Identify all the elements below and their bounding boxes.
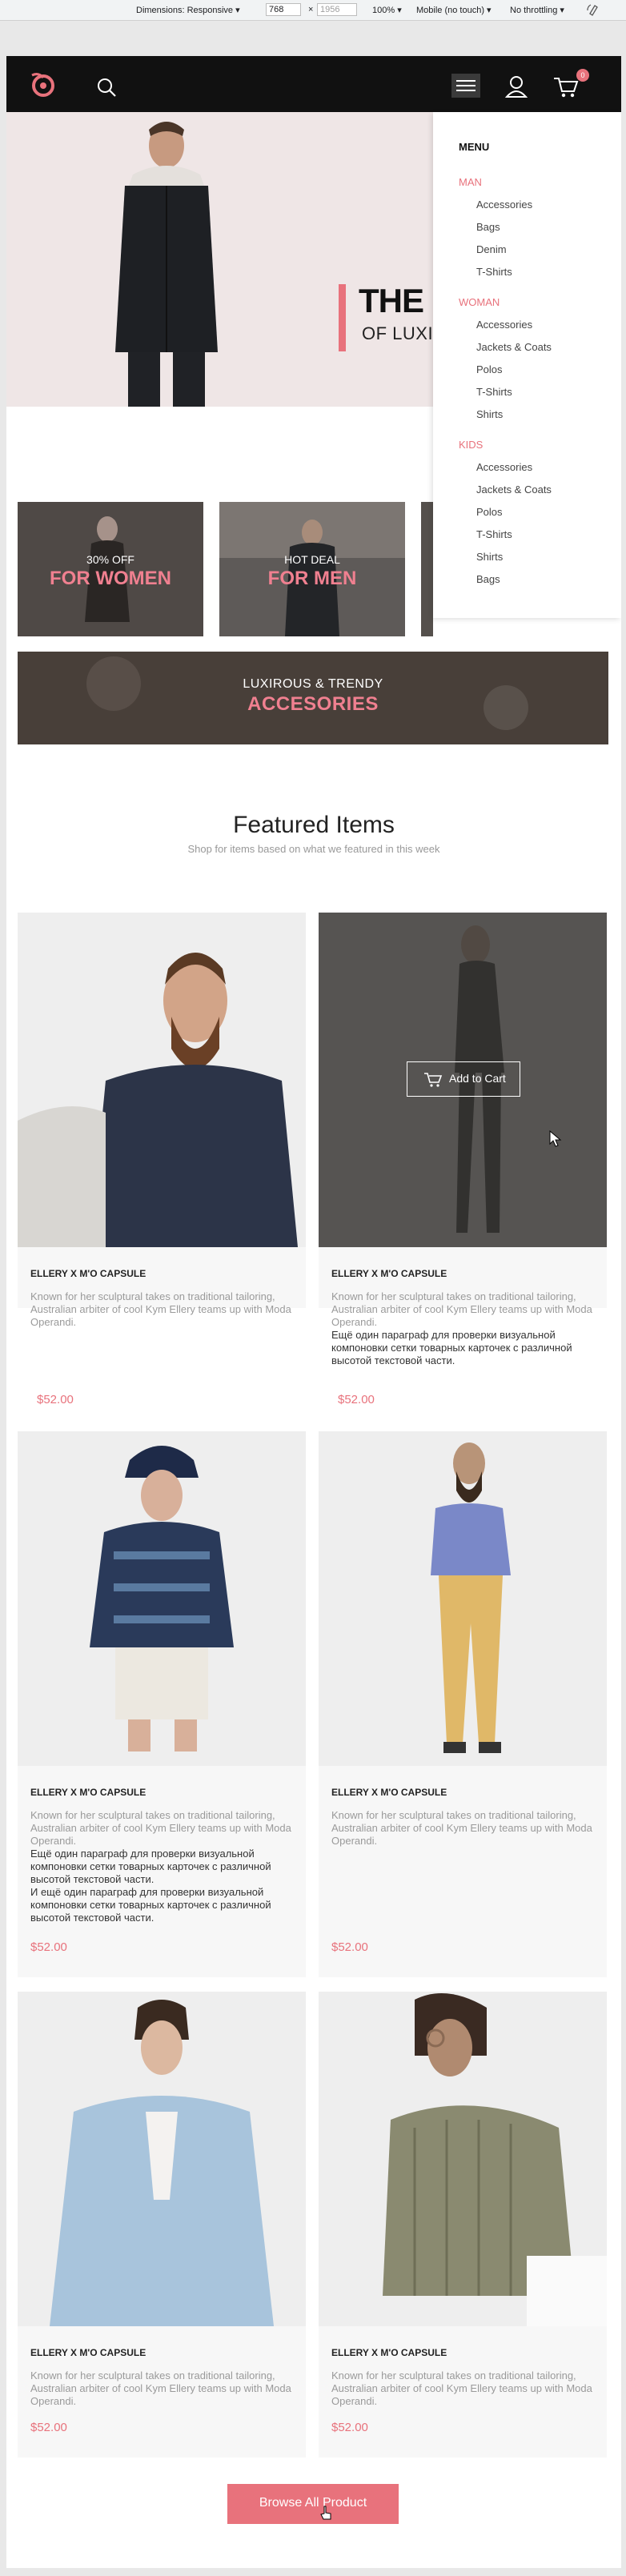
dimensions-dropdown[interactable]: Dimensions: Responsive ▾: [136, 5, 240, 15]
product-name[interactable]: ELLERY X M'O CAPSULE: [331, 1268, 447, 1279]
product-card[interactable]: ELLERY X M'O CAPSULE Known for her sculp…: [319, 1992, 607, 2458]
menu-item[interactable]: Bags: [476, 221, 500, 233]
menu-item[interactable]: Accessories: [476, 319, 532, 331]
product-description: Known for her sculptural takes on tradit…: [30, 1290, 291, 1328]
throttling-dropdown[interactable]: No throttling ▾: [510, 5, 564, 15]
banner-line2: ACCESORIES: [247, 693, 379, 715]
product-name[interactable]: ELLERY X M'O CAPSULE: [30, 1787, 146, 1798]
promo-men-line1: HOT DEAL: [284, 553, 340, 566]
product-image: [18, 1431, 306, 1766]
times-label: ×: [308, 5, 314, 14]
product-card[interactable]: ELLERY X M'O CAPSULE Known for her sculp…: [319, 1431, 607, 1977]
product-name[interactable]: ELLERY X M'O CAPSULE: [331, 1787, 447, 1798]
zoom-dropdown[interactable]: 100% ▾: [372, 5, 402, 15]
hamburger-icon: [456, 80, 476, 91]
menu-item[interactable]: Jackets & Coats: [476, 341, 552, 353]
promo-men-line2: FOR MEN: [267, 568, 357, 589]
menu-item[interactable]: T-Shirts: [476, 266, 512, 278]
logo-icon[interactable]: [27, 70, 59, 98]
menu-item[interactable]: Denim: [476, 243, 507, 255]
hero-title: THE: [359, 282, 424, 319]
cart-icon: [424, 1073, 443, 1087]
product-image: [319, 1431, 607, 1766]
menu-item[interactable]: Bags: [476, 573, 500, 585]
product-image: [18, 913, 306, 1247]
menu-panel: MENU MAN Accessories Bags Denim T-Shirts…: [433, 112, 621, 618]
banner-line1: LUXIROUS & TRENDY: [243, 677, 383, 691]
accessories-banner[interactable]: LUXIROUS & TRENDY ACCESORIES: [18, 652, 608, 744]
menu-item[interactable]: Shirts: [476, 408, 503, 420]
product-description: Known for her sculptural takes on tradit…: [30, 1809, 291, 1847]
menu-heading: MENU: [459, 141, 490, 153]
featured-title: Featured Items: [233, 812, 395, 838]
menu-item[interactable]: Shirts: [476, 551, 503, 563]
menu-button[interactable]: [451, 74, 480, 98]
product-name[interactable]: ELLERY X M'O CAPSULE: [30, 1268, 146, 1279]
product-hover-overlay: Add to Cart: [319, 913, 607, 1247]
product-price: $52.00: [331, 2421, 368, 2434]
product-description: Known for her sculptural takes on tradit…: [331, 1290, 592, 1328]
hero-accent-bar: [339, 284, 346, 351]
menu-item[interactable]: T-Shirts: [476, 528, 512, 540]
product-name[interactable]: ELLERY X M'O CAPSULE: [331, 2347, 447, 2358]
product-description: Known for her sculptural takes on tradit…: [30, 2369, 291, 2407]
product-image: [18, 1992, 306, 2326]
menu-item[interactable]: Jackets & Coats: [476, 484, 552, 496]
product-price: $52.00: [30, 1940, 67, 1954]
height-input[interactable]: 1956: [317, 3, 357, 16]
mouse-cursor-icon: [549, 1130, 562, 1147]
product-description: Known for her sculptural takes on tradit…: [331, 2369, 592, 2407]
product-name[interactable]: ELLERY X M'O CAPSULE: [30, 2347, 146, 2358]
menu-item[interactable]: Accessories: [476, 199, 532, 211]
hero-subtitle: OF LUXI: [362, 323, 434, 343]
menu-item[interactable]: Accessories: [476, 461, 532, 473]
add-to-cart-label: Add to Cart: [449, 1072, 506, 1085]
hero-model-image: [86, 112, 247, 407]
product-card[interactable]: ELLERY X M'O CAPSULE Known for her sculp…: [18, 1431, 306, 1977]
device-dropdown[interactable]: Mobile (no touch) ▾: [416, 5, 492, 15]
promo-women-line2: FOR WOMEN: [50, 568, 171, 589]
menu-category-man[interactable]: MAN: [459, 176, 482, 188]
product-description: Known for her sculptural takes on tradit…: [331, 1809, 592, 1847]
search-icon[interactable]: [96, 77, 117, 98]
site-header: 0: [6, 56, 621, 112]
browse-all-button[interactable]: Browse All Product: [227, 2484, 399, 2524]
featured-subtitle: Shop for items based on what we featured…: [187, 843, 440, 855]
devtools-toolbar: Dimensions: Responsive ▾ 768 × 1956 100%…: [0, 0, 626, 21]
product-price: $52.00: [338, 1393, 375, 1406]
viewport-canvas: 0 THE OF LUXI 30% OFF FOR WOMEN HOT DEAL…: [0, 21, 626, 2576]
product-extra-text: Ещё один параграф для проверки визуально…: [30, 1848, 271, 1885]
product-price: $52.00: [30, 2421, 67, 2434]
product-price: $52.00: [37, 1393, 74, 1406]
cart-count-badge: 0: [576, 69, 589, 82]
menu-item[interactable]: Polos: [476, 363, 503, 375]
website: 0 THE OF LUXI 30% OFF FOR WOMEN HOT DEAL…: [6, 56, 621, 2568]
rotate-icon[interactable]: [586, 3, 600, 18]
product-card[interactable]: ELLERY X M'O CAPSULE Known for her sculp…: [18, 1992, 306, 2458]
menu-category-woman[interactable]: WOMAN: [459, 296, 500, 308]
product-price: $52.00: [331, 1940, 368, 1954]
product-card[interactable]: ELLERY X M'O CAPSULE Known for her sculp…: [18, 913, 306, 1328]
promo-tile-partial[interactable]: [421, 502, 433, 636]
add-to-cart-button[interactable]: Add to Cart: [407, 1061, 520, 1097]
product-image: [319, 1992, 607, 2326]
promo-tile-women[interactable]: 30% OFF FOR WOMEN: [18, 502, 203, 636]
product-extra-text-2: И ещё один параграф для проверки визуаль…: [30, 1886, 271, 1924]
width-input[interactable]: 768: [266, 3, 301, 16]
product-card[interactable]: Add to Cart ELLERY X M'O CAPSULE Known f…: [319, 913, 607, 1366]
menu-category-kids[interactable]: KIDS: [459, 439, 483, 451]
product-extra-text: Ещё один параграф для проверки визуально…: [331, 1329, 572, 1366]
promo-tile-men[interactable]: HOT DEAL FOR MEN: [219, 502, 405, 636]
promo-women-line1: 30% OFF: [86, 553, 134, 566]
menu-item[interactable]: T-Shirts: [476, 386, 512, 398]
hand-cursor-icon: [320, 2506, 331, 2520]
menu-item[interactable]: Polos: [476, 506, 503, 518]
user-icon[interactable]: [504, 74, 528, 98]
